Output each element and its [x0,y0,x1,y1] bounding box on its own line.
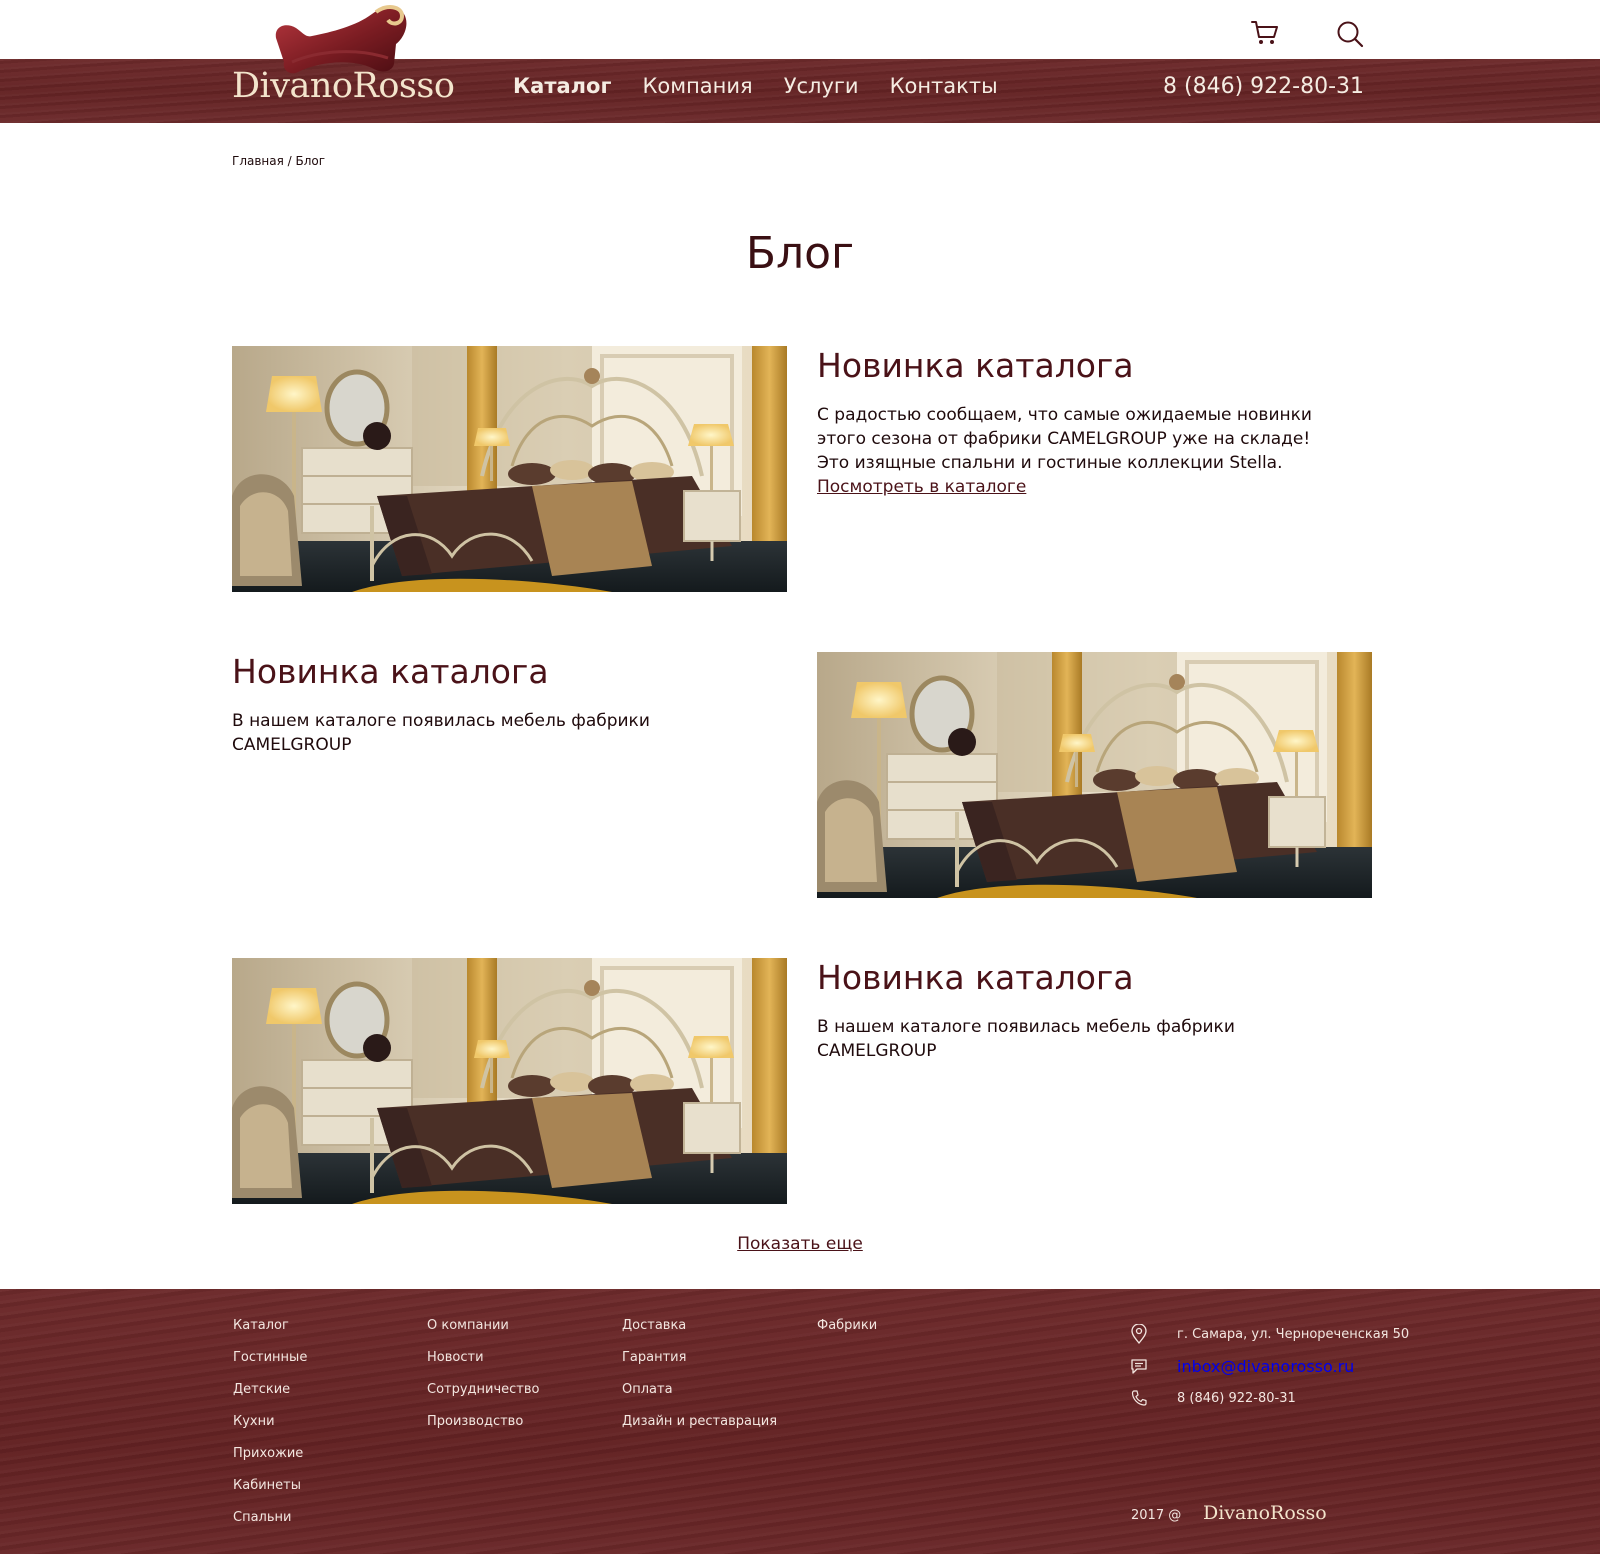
sofa-logo-icon [275,5,407,74]
footer-column-services: Доставка Гарантия Оплата Дизайн и рестав… [622,1318,777,1446]
footer-link-catalog[interactable]: Каталог [233,1318,307,1350]
nav-item-contacts[interactable]: Контакты [890,74,998,98]
post-2-text: В нашем каталоге появилась мебель фабрик… [232,709,772,757]
breadcrumb-separator: / [283,154,296,168]
post-1-line-1: С радостью сообщаем, что самые ожидаемые… [817,405,1312,449]
footer-phone-text[interactable]: 8 (846) 922-80-31 [1177,1391,1296,1406]
post-2-title[interactable]: Новинка каталога [232,652,549,691]
post-2-image[interactable] [817,652,1372,898]
location-pin-icon [1131,1324,1147,1344]
logo-text: DivanoRosso [232,66,455,106]
footer-link-offices[interactable]: Кабинеты [233,1478,307,1510]
header-phone[interactable]: 8 (846) 922-80-31 [1163,74,1364,99]
footer-link-production[interactable]: Производство [427,1414,540,1446]
view-in-catalog-link[interactable]: Посмотреть в каталоге [817,477,1026,497]
footer-link-kitchens[interactable]: Кухни [233,1414,307,1446]
post-1-image[interactable] [232,346,787,592]
footer-link-warranty[interactable]: Гарантия [622,1350,777,1382]
footer-address: г. Самара, ул. Чернореченская 50 [1130,1318,1409,1350]
footer-link-about[interactable]: О компании [427,1318,540,1350]
footer-column-catalog: Каталог Гостинные Детские Кухни Прихожие… [233,1318,307,1542]
post-3-image[interactable] [232,958,787,1204]
copyright: 2017 @ [1131,1508,1182,1523]
cart-icon[interactable] [1251,20,1279,46]
footer-link-factories[interactable]: Фабрики [817,1318,877,1350]
footer-link-design[interactable]: Дизайн и реставрация [622,1414,777,1446]
message-icon [1131,1359,1147,1374]
page-title: Блог [745,228,855,279]
post-3-line-1: В нашем каталоге появилась мебель фабрик… [817,1017,1235,1061]
footer-link-news[interactable]: Новости [427,1350,540,1382]
footer-link-bedrooms[interactable]: Спальни [233,1510,307,1542]
post-1-line-2: Это изящные спальни и гостиные коллекции… [817,453,1283,473]
footer-link-hallways[interactable]: Прихожие [233,1446,307,1478]
main-nav: Каталог Компания Услуги Контакты [513,74,998,98]
breadcrumb-home[interactable]: Главная [232,154,284,168]
footer-link-payment[interactable]: Оплата [622,1382,777,1414]
phone-icon [1131,1390,1147,1406]
breadcrumb: Главная / Блог [232,154,325,168]
show-more: Показать еще [0,1234,1600,1254]
show-more-link[interactable]: Показать еще [737,1234,863,1254]
breadcrumb-current: Блог [295,154,326,168]
post-1-title[interactable]: Новинка каталога [817,346,1134,385]
post-2-line-1: В нашем каталоге появилась мебель фабрик… [232,711,650,755]
footer-email-link[interactable]: inbox@divanorosso.ru [1177,1357,1354,1376]
post-1-text: С радостью сообщаем, что самые ожидаемые… [817,403,1357,499]
footer-address-text: г. Самара, ул. Чернореченская 50 [1177,1326,1410,1342]
footer-email: inbox@divanorosso.ru [1130,1350,1409,1382]
footer-phone: 8 (846) 922-80-31 [1130,1382,1409,1414]
nav-item-company[interactable]: Компания [642,74,752,98]
footer-column-company: О компании Новости Сотрудничество Произв… [427,1318,540,1446]
footer-link-living-rooms[interactable]: Гостинные [233,1350,307,1382]
logo[interactable]: DivanoRosso [232,0,462,110]
search-icon[interactable] [1336,20,1364,48]
post-3-text: В нашем каталоге появилась мебель фабрик… [817,1015,1357,1063]
post-3-title[interactable]: Новинка каталога [817,958,1134,997]
footer-column-factories: Фабрики [817,1318,877,1350]
nav-item-catalog[interactable]: Каталог [513,74,611,98]
footer-contacts: г. Самара, ул. Чернореченская 50 inbox@d… [1130,1318,1409,1414]
footer-link-kids[interactable]: Детские [233,1382,307,1414]
footer-link-cooperation[interactable]: Сотрудничество [427,1382,540,1414]
nav-item-services[interactable]: Услуги [784,74,859,98]
footer-logo[interactable]: DivanoRosso [1203,1502,1327,1524]
footer-link-delivery[interactable]: Доставка [622,1318,777,1350]
